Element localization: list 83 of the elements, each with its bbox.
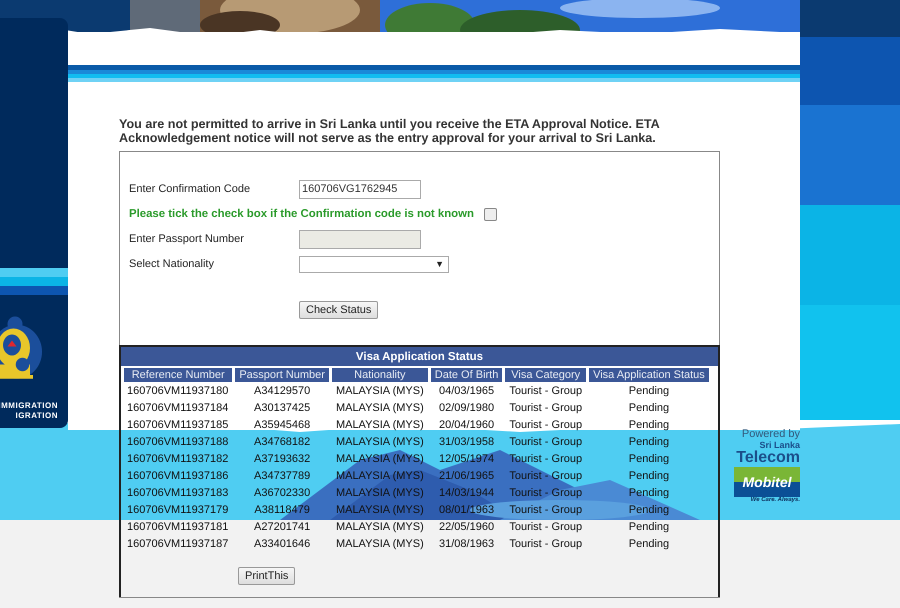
table-cell-text: Tourist - Group [508,486,584,500]
nationality-dropdown[interactable]: ▼ [299,256,449,272]
check-status-button[interactable]: Check Status [299,301,378,319]
table-cell-text: 160706VM11937180 [126,384,230,398]
table-cell-text: Pending [628,536,670,552]
table-cell-text: A37193632 [253,452,312,466]
table-cell-text: 02/09/1980 [438,400,496,416]
input-field[interactable]: 160706VG1762945 [299,180,421,198]
field-label: Enter Passport Number [129,233,245,245]
column-header: Nationality [332,368,428,382]
table-cell-text: A34129570 [253,384,312,398]
table-cell-text: 160706VM11937188 [126,434,230,450]
table-cell-text: 14/03/1944 [438,486,496,500]
column-header: Visa Category [505,368,586,382]
print-button[interactable]: PrintThis [238,567,296,585]
department-label: IMMIGRATION [0,401,58,411]
table-cell-text: Tourist - Group [508,520,584,534]
table-cell-text: 08/01/1963 [438,502,496,518]
department-label: IGRATION [15,411,58,421]
mobitel-logo: Mobitel [734,467,800,497]
table-cell-text: MALAYSIA (MYS) [334,434,425,450]
table-cell-text: Tourist - Group [508,384,584,398]
table-cell-text: 160706VM11937186 [126,468,230,484]
column-header: Date Of Birth [430,368,502,382]
table-cell-text: 160706VM11937184 [126,400,230,416]
table-cell-text: Pending [628,486,670,500]
table-cell-text: 160706VM11937179 [126,502,230,518]
telecom-logo: Telecom [736,450,800,465]
table-cell-text: Tourist - Group [508,502,584,518]
table-cell-text: A30137425 [253,400,312,416]
table-cell-text: 20/04/1960 [438,418,496,432]
table-cell-text: Pending [628,468,670,484]
table-cell-text: Pending [628,418,670,432]
table-cell-text: Tourist - Group [508,452,584,466]
table-cell-text: Tourist - Group [508,400,584,416]
table-cell-text: MALAYSIA (MYS) [334,520,425,534]
table-cell-text: A33401646 [253,536,312,552]
column-header: Reference Number [124,368,232,382]
table-cell-text: Pending [628,434,670,450]
table-cell-text: MALAYSIA (MYS) [334,400,425,416]
table-cell-text: 160706VM11937182 [126,452,230,466]
table-cell-text: Pending [628,452,670,466]
table-cell-text: Tourist - Group [508,536,584,552]
table-cell-text: 22/05/1960 [438,520,496,534]
table-cell-text: Pending [628,384,670,398]
table-cell-text: A34737789 [253,468,312,484]
table-cell-text: MALAYSIA (MYS) [334,486,425,500]
table-cell-text: MALAYSIA (MYS) [334,468,425,484]
table-cell-text: 31/08/1963 [438,536,496,552]
notice-text: You are not permitted to arrive in Sri Lanka until you receive the ETA Approval Notice. ETA Acknowledgement notice will not serve as the entry approval for your arrival to Sri Lanka. [119,117,660,145]
table-cell-text: A27201741 [253,520,312,534]
table-cell-text: 160706VM11937187 [126,536,230,552]
table-cell-text: MALAYSIA (MYS) [334,384,425,398]
column-header: Passport Number [235,368,329,382]
table-cell-text: Pending [628,502,670,518]
telecom-logo-small: Sri Lanka [759,441,800,450]
table-cell-text: Tourist - Group [508,434,584,450]
table-cell-text: Tourist - Group [508,468,584,484]
field-label: Enter Confirmation Code [129,183,252,195]
table-cell-text: 04/03/1965 [438,384,496,398]
powered-by-label: Powered by [742,428,800,440]
table-cell-text: MALAYSIA (MYS) [334,452,425,466]
table-cell-text: A34768182 [253,434,312,450]
table-cell-text: 160706VM11937181 [126,520,230,534]
table-cell-text: Tourist - Group [508,418,584,432]
table-cell-text: MALAYSIA (MYS) [334,418,425,432]
table-cell-text: A38118479 [253,502,311,518]
table-cell-text: 12/05/1974 [438,452,496,466]
table-cell-text: Pending [628,400,670,416]
table-cell-text: 160706VM11937185 [126,418,230,432]
table-cell-text: A35945468 [253,418,312,432]
table-cell-text: MALAYSIA (MYS) [334,536,425,552]
checkbox-label: Please tick the check box if the Confirmation code is not known [129,208,474,220]
table-cell-text: 21/06/1965 [438,468,496,484]
table-cell-text: 160706VM11937183 [126,486,230,500]
stripe-band [0,268,68,295]
column-header: Visa Application Status [589,368,709,382]
table-cell-text: Pending [628,520,670,534]
table-cell-text: 31/03/1958 [438,434,496,450]
table-cell-text: MALAYSIA (MYS) [334,502,425,518]
table-cell-text: A36702330 [253,486,312,500]
table-title: Visa Application Status [121,347,718,366]
field-label: Select Nationality [129,258,215,270]
